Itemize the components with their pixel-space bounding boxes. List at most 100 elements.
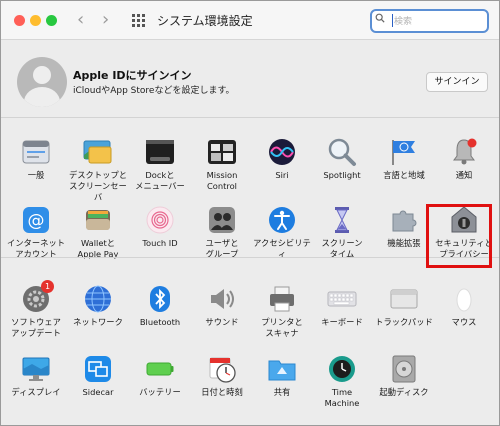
pane-row-3: 1 ソフトウェア アップデート ネットワーク Bluetooth サウンド プリ… — [1, 280, 499, 346]
pane-general[interactable]: 一般 — [5, 137, 67, 199]
general-icon — [22, 140, 50, 164]
apple-id-subtitle: iCloudやApp Storeなどを設定します。 — [73, 86, 235, 96]
wallet-icon — [86, 210, 110, 230]
preference-panes: 一般 デスクトップと スクリーンセーバ Dockと メニューバー Mission… — [1, 118, 499, 425]
avatar[interactable] — [17, 57, 67, 107]
displays-icon — [22, 357, 50, 381]
screen-time-icon — [335, 207, 349, 233]
pane-mission-control[interactable]: Mission Control — [191, 137, 253, 199]
keyboard-icon — [327, 291, 357, 307]
language-region-icon — [392, 140, 415, 165]
back-arrow-icon[interactable]: ‹ — [77, 9, 84, 30]
internet-accounts-icon: @ — [23, 207, 49, 233]
pane-label: 日付と時刻 — [201, 387, 243, 397]
pane-label: キーボード — [321, 317, 363, 327]
sidecar-icon — [85, 356, 111, 382]
pane-network[interactable]: ネットワーク — [67, 284, 129, 346]
apple-id-title: Apple IDにサインイン — [73, 69, 192, 82]
pane-label: ソフトウェア アップデート — [11, 317, 61, 338]
pane-label: マウス — [451, 317, 477, 327]
pane-dock-menubar[interactable]: Dockと メニューバー — [129, 137, 191, 199]
close-window-button[interactable] — [14, 15, 25, 26]
startup-disk-icon — [392, 355, 416, 383]
pane-date-time[interactable]: 日付と時刻 — [191, 354, 253, 416]
zoom-window-button[interactable] — [46, 15, 57, 26]
desktop-screensaver-icon — [83, 140, 112, 164]
minimize-window-button[interactable] — [30, 15, 41, 26]
mouse-icon — [456, 288, 472, 312]
pane-label: Time Machine — [324, 387, 360, 408]
window-title: システム環境設定 — [157, 14, 253, 28]
pane-label: プリンタと スキャナ — [261, 317, 303, 338]
printers-scanners-icon — [270, 286, 294, 312]
pane-language-region[interactable]: 言語と地域 — [373, 137, 435, 199]
pane-spotlight[interactable]: Spotlight — [311, 137, 373, 199]
search-field[interactable]: 検索 — [370, 9, 489, 33]
pane-trackpad[interactable]: トラックパッド — [373, 284, 435, 346]
pane-label: トラックパッド — [375, 317, 433, 327]
show-all-grid-icon[interactable] — [132, 14, 145, 27]
pane-mouse[interactable]: マウス — [433, 284, 495, 346]
pane-label: 共有 — [273, 387, 291, 397]
pane-sidecar[interactable]: Sidecar — [67, 354, 129, 416]
pane-printers-scanners[interactable]: プリンタと スキャナ — [251, 284, 313, 346]
pane-label: 一般 — [27, 170, 45, 180]
pane-displays[interactable]: ディスプレイ — [5, 354, 67, 416]
pane-sound[interactable]: サウンド — [191, 284, 253, 346]
title-bar: ‹ › システム環境設定 検索 — [1, 1, 499, 40]
apple-id-section: Apple IDにサインイン iCloudやApp Storeなどを設定します。… — [1, 40, 499, 118]
pane-desktop-screensaver[interactable]: デスクトップと スクリーンセーバ — [67, 137, 129, 202]
pane-battery[interactable]: バッテリー — [129, 354, 191, 416]
pane-label: 起動ディスク — [379, 387, 429, 397]
pane-label: Bluetooth — [139, 317, 181, 327]
pane-startup-disk[interactable]: 起動ディスク — [373, 354, 435, 416]
accessibility-icon — [269, 207, 295, 233]
sharing-icon — [268, 360, 296, 381]
pane-keyboard[interactable]: キーボード — [311, 284, 373, 346]
pane-label: バッテリー — [139, 387, 181, 397]
highlight-frame — [426, 204, 492, 268]
notifications-icon — [453, 138, 477, 165]
pane-label: Dockと メニューバー — [135, 170, 185, 191]
pane-row-1: 一般 デスクトップと スクリーンセーバ Dockと メニューバー Mission… — [1, 137, 499, 202]
users-groups-icon — [209, 207, 235, 233]
forward-arrow-icon[interactable]: › — [102, 9, 109, 30]
pane-label: サウンド — [205, 317, 239, 327]
pane-label: Sidecar — [82, 387, 114, 397]
pane-label: Touch ID — [142, 238, 178, 248]
search-icon — [375, 13, 385, 23]
battery-icon — [146, 362, 174, 376]
spotlight-icon — [328, 138, 356, 166]
extensions-icon — [392, 210, 417, 232]
pane-row-2: @ インターネット アカウント Walletと Apple Pay Touch … — [1, 205, 499, 265]
bluetooth-icon — [150, 286, 170, 312]
system-preferences-window: ‹ › システム環境設定 検索 Apple IDにサインイン iCloudやAp… — [0, 0, 500, 426]
date-time-icon — [209, 357, 236, 383]
siri-icon — [269, 139, 295, 165]
section-divider — [1, 257, 499, 258]
trackpad-icon — [390, 289, 418, 309]
pane-label: Mission Control — [206, 170, 238, 191]
pane-software-update[interactable]: 1 ソフトウェア アップデート — [5, 280, 67, 346]
update-badge: 1 — [41, 280, 54, 293]
pane-time-machine[interactable]: Time Machine — [311, 354, 373, 416]
dock-menubar-icon — [146, 140, 174, 164]
mission-control-icon — [208, 140, 236, 164]
network-icon — [85, 285, 111, 313]
pane-label: 通知 — [455, 170, 473, 180]
pane-row-4: ディスプレイ Sidecar バッテリー 日付と時刻 共有 Time Machi… — [1, 354, 499, 414]
pane-label: Siri — [275, 170, 289, 180]
text-cursor — [392, 14, 393, 27]
search-placeholder: 検索 — [394, 17, 413, 27]
pane-label: 言語と地域 — [383, 170, 425, 180]
touch-id-icon — [146, 206, 174, 234]
sign-in-button[interactable]: サインイン — [426, 72, 488, 92]
pane-label: デスクトップと スクリーンセーバ — [68, 170, 128, 202]
pane-notifications[interactable]: 通知 — [433, 137, 495, 199]
time-machine-icon — [329, 356, 355, 382]
pane-sharing[interactable]: 共有 — [251, 354, 313, 416]
pane-siri[interactable]: Siri — [251, 137, 313, 199]
pane-label: ネットワーク — [73, 317, 123, 327]
sound-icon — [211, 289, 234, 309]
pane-bluetooth[interactable]: Bluetooth — [129, 284, 191, 346]
